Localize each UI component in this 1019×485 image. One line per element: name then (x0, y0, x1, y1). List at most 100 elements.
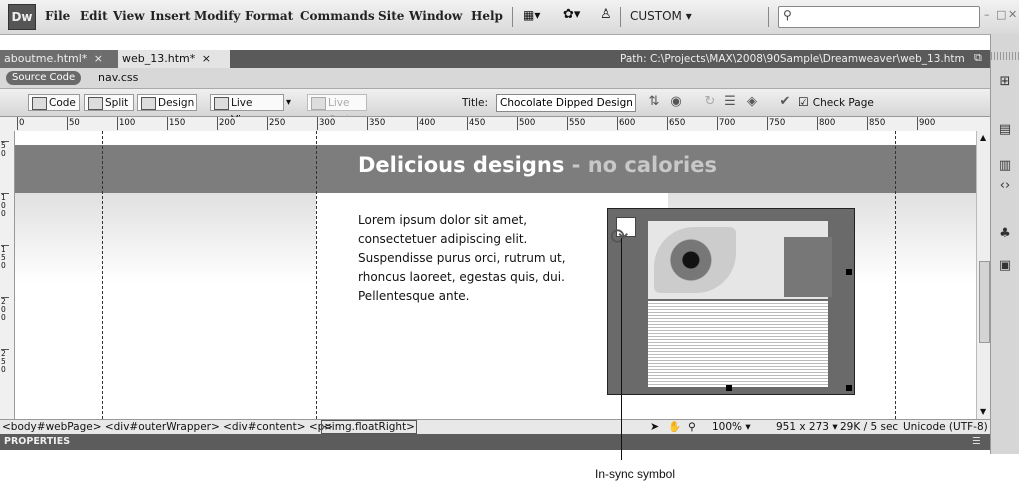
sitemap-icon[interactable]: ♣ (997, 226, 1013, 242)
scroll-up-icon[interactable]: ▲ (980, 133, 986, 142)
layout-guide (895, 131, 896, 419)
title-input[interactable] (496, 94, 636, 112)
visual-aids-icon[interactable]: ◈ (744, 95, 760, 109)
code-view-button[interactable]: Code (28, 94, 80, 111)
file-management-icon[interactable]: ⇅ (646, 95, 662, 109)
ruler-tick-label: 750 (767, 117, 786, 130)
refresh-icon[interactable]: ↻ (702, 95, 718, 109)
site-icon[interactable]: ♙ (600, 7, 612, 22)
ruler-tick-label: 250 (267, 117, 286, 130)
view-options-icon[interactable]: ☰ (722, 95, 738, 109)
float-right-image[interactable]: ⟳ (607, 208, 855, 395)
callout-line (621, 238, 622, 460)
minimize-button[interactable]: – (984, 8, 990, 21)
help-search-input[interactable]: ⚲ (778, 6, 980, 28)
menu-divider (768, 7, 769, 27)
source-code-button[interactable]: Source Code (6, 71, 82, 85)
scrollbar-thumb[interactable] (979, 261, 990, 343)
in-sync-caption: In-sync symbol (595, 467, 676, 481)
menu-divider (512, 7, 513, 27)
panel-menu-icon[interactable]: ☰ (972, 434, 981, 450)
window-size[interactable]: 951 x 273 ▾ (776, 420, 838, 434)
dock-grip[interactable] (991, 52, 1019, 60)
split-label: Split (105, 97, 129, 109)
ruler-tick-label: 100 (117, 117, 136, 130)
vertical-scrollbar[interactable]: ▲ ▼ (976, 131, 991, 419)
body-paragraph[interactable]: Lorem ipsum dolor sit amet, consectetuer… (358, 211, 598, 306)
ruler-tick-label: 0 (17, 117, 25, 130)
tag-selector[interactable]: <body#webPage> <div#outerWrapper> <div#c… (2, 420, 333, 434)
scroll-down-icon[interactable]: ▼ (980, 407, 986, 416)
split-icon (88, 97, 103, 110)
css-styles-icon[interactable]: ▥ (997, 158, 1013, 174)
sidebar-gradient (15, 193, 316, 283)
restore-button[interactable]: □ (996, 8, 1006, 21)
vertical-ruler: 50 100 150 200 250 (0, 131, 15, 419)
search-icon: ⚲ (783, 8, 792, 22)
related-files-bar: Source Code nav.css (0, 68, 990, 89)
status-bar: <body#webPage> <div#outerWrapper> <div#c… (0, 419, 990, 434)
menu-insert[interactable]: Insert (150, 9, 191, 23)
design-label: Design (158, 97, 195, 109)
ruler-tick-label: 600 (617, 117, 636, 130)
encoding: Unicode (UTF-8) (903, 421, 988, 433)
live-view-button[interactable]: Live View (210, 94, 284, 126)
insert-panel-icon[interactable]: ⊞ (997, 74, 1013, 90)
split-view-button[interactable]: Split (84, 94, 134, 111)
design-view-button[interactable]: Design (137, 94, 197, 111)
resize-handle[interactable] (846, 385, 852, 391)
menu-site[interactable]: Site (378, 9, 404, 23)
tab-close-icon[interactable]: × (202, 52, 211, 65)
live-view-dropdown-icon[interactable]: ▾ (286, 97, 291, 108)
ruler-tick-label: 150 (167, 117, 186, 130)
close-button[interactable]: ✕ (1008, 8, 1017, 21)
validate-icon[interactable]: ✔ (777, 95, 793, 109)
menu-view[interactable]: View (113, 9, 145, 23)
menu-commands[interactable]: Commands (300, 9, 375, 23)
tab-label: web_13.htm* (122, 52, 196, 65)
menu-edit[interactable]: Edit (80, 9, 108, 23)
extend-gear-icon[interactable]: ✿▾ (563, 7, 580, 22)
zoom-tool-icon[interactable]: ⚲ (688, 420, 696, 434)
tag-inspector-icon[interactable]: ‹› (997, 178, 1013, 194)
tab-aboutme[interactable]: aboutme.html* × (0, 50, 124, 68)
properties-panel-header[interactable]: PROPERTIES ☰ (0, 434, 990, 450)
ruler-tick-label: 400 (417, 117, 436, 130)
zoom-select[interactable]: 100% ▾ (712, 420, 751, 434)
check-page-label: Check Page (812, 97, 874, 109)
restore-document-icon[interactable]: ⧉ (974, 51, 982, 65)
download-size: 29K / 5 sec (840, 421, 899, 433)
assets-icon[interactable]: ▣ (997, 258, 1013, 274)
document-tab-bar: aboutme.html* × web_13.htm* × Path: C:\P… (0, 50, 990, 68)
files-panel-icon[interactable]: ▤ (997, 122, 1013, 138)
vruler-tick-label: 150 (1, 245, 9, 270)
resize-handle[interactable] (726, 385, 732, 391)
menu-modify[interactable]: Modify (194, 9, 240, 23)
workspace-switcher[interactable]: CUSTOM ▾ (630, 9, 692, 23)
ruler-tick-label: 200 (217, 117, 236, 130)
live-code-button[interactable]: Live Code (307, 94, 367, 126)
menu-file[interactable]: File (45, 9, 70, 23)
menu-window[interactable]: Window (409, 9, 462, 23)
related-file-navcss[interactable]: nav.css (98, 71, 138, 84)
design-view[interactable]: Delicious designs - no calories Lorem ip… (15, 131, 976, 419)
zoom-value: 100% (712, 421, 743, 433)
preview-browser-icon[interactable]: ◉ (668, 95, 684, 109)
menu-help[interactable]: Help (471, 9, 503, 23)
hand-tool-icon[interactable]: ✋ (668, 420, 681, 434)
ruler-tick-label: 350 (367, 117, 386, 130)
page-headline: Delicious designs - no calories (358, 153, 717, 177)
menu-format[interactable]: Format (245, 9, 293, 23)
select-tool-icon[interactable]: ➤ (650, 420, 659, 434)
collapsed-panel-dock: ⊞ ▤ ▥ ‹› ♣ ▣ (990, 34, 1019, 454)
layout-icon[interactable]: ▦▾ (523, 8, 540, 22)
ruler-tick-label: 850 (867, 117, 886, 130)
check-page-button[interactable]: ☑ Check Page (798, 94, 884, 111)
resize-handle[interactable] (846, 269, 852, 275)
tab-close-icon[interactable]: × (94, 52, 103, 65)
check-page-icon: ☑ (798, 95, 809, 109)
headline-main: Delicious designs (358, 153, 565, 177)
tab-web13[interactable]: web_13.htm* × (118, 50, 230, 68)
selected-tag[interactable]: <img.floatRight> (321, 420, 417, 434)
ruler-tick-label: 800 (817, 117, 836, 130)
